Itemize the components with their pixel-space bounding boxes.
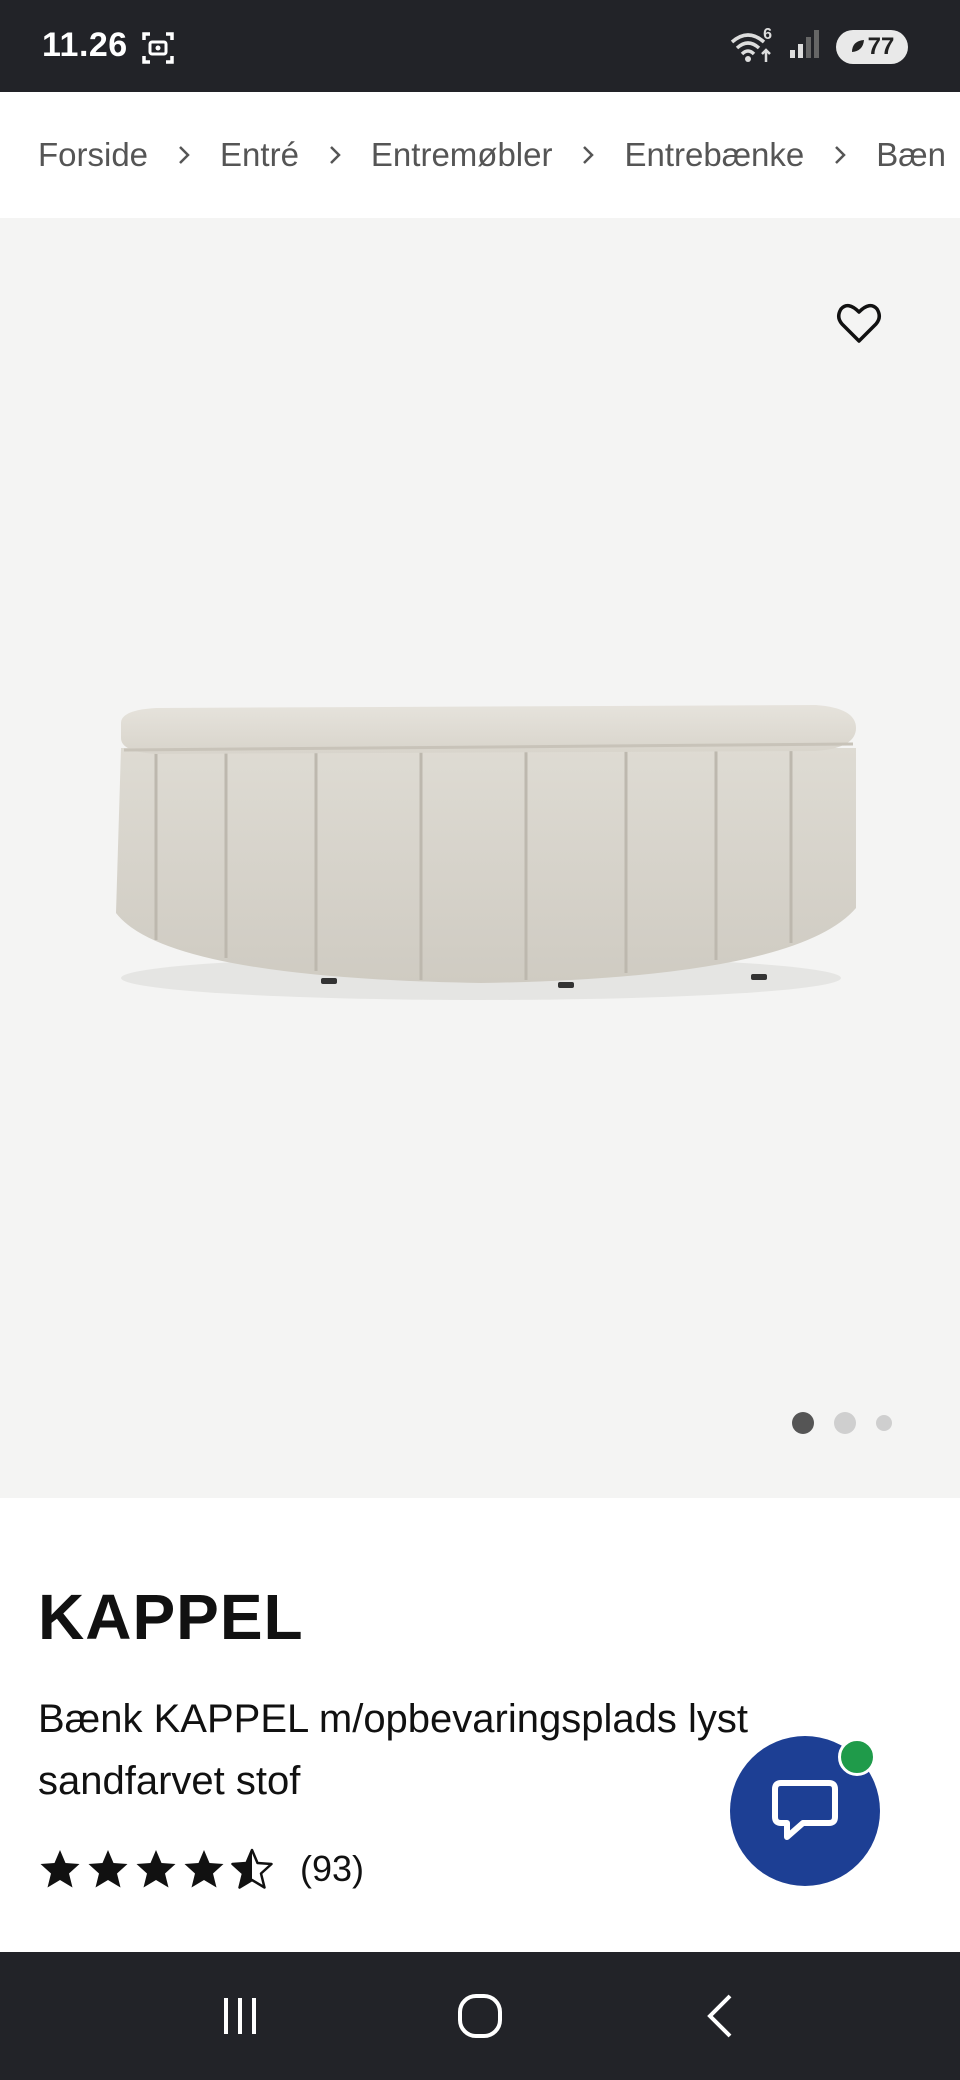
home-icon [458,1994,502,2038]
chevron-right-icon [148,144,220,166]
signal-icon [788,28,822,65]
breadcrumb-item-entre[interactable]: Entré [220,136,299,174]
star-full-icon [136,1850,176,1888]
system-nav-bar [0,1952,960,2080]
status-time: 11.26 [42,26,128,64]
wifi-icon: 6 [728,26,774,64]
breadcrumb-item-entrebaenke[interactable]: Entrebænke [624,136,804,174]
product-title: KAPPEL [38,1581,304,1653]
leaf-icon [850,33,866,61]
product-description: Bænk KAPPEL m/opbevaringsplads lyst sand… [38,1697,748,1803]
chevron-right-icon [299,144,371,166]
product-gallery[interactable] [0,218,960,1498]
star-full-icon [88,1850,128,1888]
pagination-dot-3[interactable] [876,1415,892,1431]
star-half-icon [231,1848,273,1889]
recent-apps-button[interactable] [190,1976,290,2056]
star-full-icon [184,1850,224,1888]
battery-level: 77 [867,32,895,60]
wifi-badge: 6 [763,25,772,43]
pagination-dot-2[interactable] [834,1412,856,1434]
breadcrumb-item-forside[interactable]: Forside [38,136,148,174]
breadcrumb-item-entremobler[interactable]: Entremøbler [371,136,553,174]
recent-apps-icon [224,1998,256,2034]
breadcrumb-item-current[interactable]: Bæn [876,136,946,174]
chevron-right-icon [552,144,624,166]
back-icon [707,1994,732,2038]
star-full-icon [40,1850,80,1888]
back-button[interactable] [670,1976,770,2056]
rating-stars [38,1848,274,1890]
review-count: (93) [300,1848,365,1889]
product-image [96,678,866,1043]
chat-button[interactable] [730,1736,880,1886]
online-indicator [838,1738,876,1776]
chat-bubble-icon [772,1780,838,1840]
chevron-right-icon [804,144,876,166]
product-rating[interactable]: (93) [38,1848,364,1890]
home-button[interactable] [430,1976,530,2056]
image-pagination [792,1412,892,1434]
pagination-dot-1[interactable] [792,1412,814,1434]
status-bar: 11.26 6 77 [0,0,960,92]
battery-indicator: 77 [836,29,908,64]
screenshot-icon [140,30,176,71]
breadcrumb: Forside Entré Entremøbler Entrebænke Bæn [0,92,960,218]
heart-icon[interactable] [834,298,884,348]
